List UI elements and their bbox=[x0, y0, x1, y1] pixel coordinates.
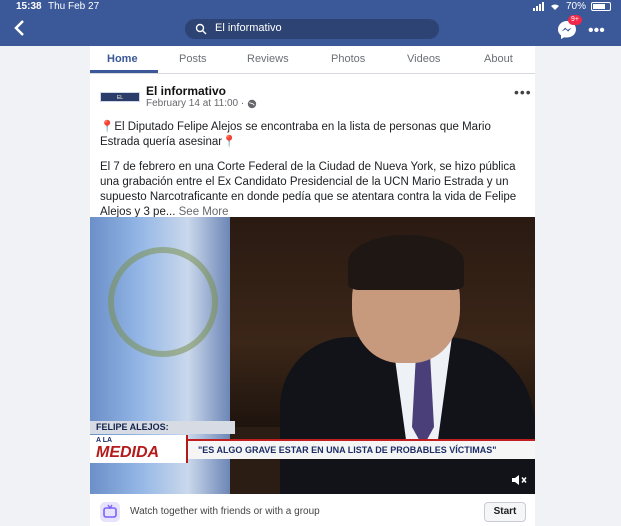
paragraph-1-text: El Diputado Felipe Alejos se encontraba … bbox=[100, 121, 491, 148]
wifi-icon bbox=[550, 4, 559, 10]
watch-together-text: Watch together with friends or with a gr… bbox=[130, 506, 320, 517]
video-player[interactable]: FELIPE ALEJOS: A LA MEDIDA "ES ALGO GRAV… bbox=[90, 217, 535, 494]
person-hair bbox=[348, 235, 464, 290]
lower-third-name: FELIPE ALEJOS: bbox=[90, 421, 235, 434]
battery-percent: 70% bbox=[565, 1, 586, 12]
start-button[interactable]: Start bbox=[484, 502, 526, 522]
mute-icon[interactable] bbox=[510, 473, 528, 487]
status-bar: 15:38 Thu Feb 27 70% bbox=[0, 0, 621, 14]
tab-videos[interactable]: Videos bbox=[407, 53, 440, 65]
tab-home[interactable]: Home bbox=[107, 53, 138, 65]
tab-photos[interactable]: Photos bbox=[331, 53, 365, 65]
top-bar: 15:38 Thu Feb 27 70% El informativo 9+ •… bbox=[0, 0, 621, 46]
show-logo-name: MEDIDA bbox=[96, 444, 160, 461]
status-date: Thu Feb 27 bbox=[48, 1, 100, 12]
post-paragraph-2: El 7 de febrero en una Corte Federal de … bbox=[100, 160, 525, 220]
paragraph-2-text: El 7 de febrero en una Corte Federal de … bbox=[100, 161, 517, 218]
post-paragraph-1: 📍El Diputado Felipe Alejos se encontraba… bbox=[100, 120, 520, 150]
post-timestamp[interactable]: February 14 at 11:00 · bbox=[146, 98, 244, 109]
globe-icon bbox=[248, 99, 257, 108]
tab-reviews[interactable]: Reviews bbox=[247, 53, 289, 65]
active-tab-indicator bbox=[90, 70, 158, 73]
search-text: El informativo bbox=[215, 22, 282, 34]
battery-icon bbox=[591, 2, 611, 11]
watch-party-icon bbox=[100, 502, 120, 522]
coat-of-arms-icon bbox=[108, 247, 218, 357]
post-options-icon[interactable]: ••• bbox=[514, 84, 532, 100]
tab-about[interactable]: About bbox=[484, 53, 513, 65]
messenger-badge: 9+ bbox=[568, 15, 582, 25]
status-right: 70% bbox=[532, 1, 611, 12]
search-bar[interactable]: El informativo bbox=[185, 19, 439, 39]
lower-third-quote: "ES ALGO GRAVE ESTAR EN UNA LISTA DE PRO… bbox=[188, 439, 535, 459]
tab-posts[interactable]: Posts bbox=[179, 53, 207, 65]
page-name[interactable]: El informativo bbox=[146, 84, 226, 98]
show-logo: A LA MEDIDA bbox=[90, 435, 188, 463]
more-options-icon[interactable]: ••• bbox=[588, 22, 608, 39]
pin-icon: 📍 bbox=[100, 121, 115, 133]
page-avatar[interactable]: EL INFORMATIVO bbox=[100, 92, 140, 111]
watch-together-bar: Watch together with friends or with a gr… bbox=[90, 498, 535, 526]
search-icon bbox=[195, 23, 207, 35]
signal-icon bbox=[532, 2, 544, 11]
back-arrow-icon[interactable] bbox=[10, 18, 30, 38]
page-avatar-text: EL INFORMATIVO bbox=[102, 95, 138, 111]
show-logo-top: A LA bbox=[96, 437, 113, 444]
pin-icon: 📍 bbox=[222, 136, 237, 148]
post-meta: February 14 at 11:00 · bbox=[146, 98, 257, 109]
status-time: 15:38 bbox=[16, 1, 42, 12]
